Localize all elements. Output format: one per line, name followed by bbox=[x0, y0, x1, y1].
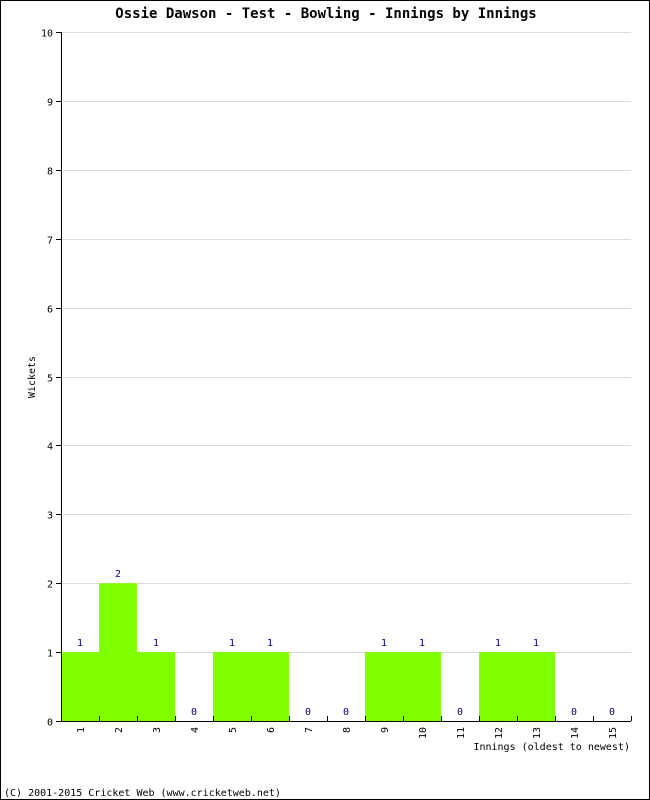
chart-title: Ossie Dawson - Test - Bowling - Innings … bbox=[115, 6, 536, 22]
value-label: 2 bbox=[115, 569, 121, 580]
value-label: 1 bbox=[495, 638, 501, 649]
value-label: 0 bbox=[571, 707, 577, 718]
x-tick-label: 6 bbox=[266, 727, 277, 733]
y-tick-label: 10 bbox=[41, 29, 53, 40]
value-label: 1 bbox=[267, 638, 273, 649]
value-label: 1 bbox=[153, 638, 159, 649]
x-tick-label: 8 bbox=[342, 727, 353, 733]
value-label: 0 bbox=[191, 707, 197, 718]
y-tick-label: 4 bbox=[47, 442, 53, 453]
bar bbox=[365, 652, 403, 721]
x-tick-label: 2 bbox=[114, 727, 125, 733]
gridlines bbox=[61, 32, 631, 653]
x-tick-label: 10 bbox=[418, 727, 429, 739]
y-tick-label: 1 bbox=[47, 649, 53, 660]
x-tick-label: 15 bbox=[608, 727, 619, 739]
y-tick-label: 2 bbox=[47, 580, 53, 591]
axes bbox=[56, 32, 632, 722]
value-label: 0 bbox=[609, 707, 615, 718]
y-tick-label: 8 bbox=[47, 167, 53, 178]
x-tick-label: 3 bbox=[152, 727, 163, 733]
y-axis-label: Wickets bbox=[27, 356, 38, 398]
bar bbox=[99, 583, 137, 721]
y-tick-label: 7 bbox=[47, 236, 53, 247]
x-tick-label: 13 bbox=[532, 727, 543, 739]
value-label: 1 bbox=[229, 638, 235, 649]
x-tick-label: 11 bbox=[456, 727, 467, 739]
x-tick-label: 1 bbox=[76, 727, 87, 733]
x-tick-label: 4 bbox=[190, 727, 201, 733]
value-label: 0 bbox=[457, 707, 463, 718]
x-tick-label: 7 bbox=[304, 727, 315, 733]
y-tick-label: 3 bbox=[47, 511, 53, 522]
y-tick-label: 6 bbox=[47, 305, 53, 316]
x-axis-label: Innings (oldest to newest) bbox=[473, 742, 630, 753]
y-tick-label: 0 bbox=[47, 718, 53, 729]
value-label: 1 bbox=[77, 638, 83, 649]
bar bbox=[479, 652, 517, 721]
y-tick-label: 5 bbox=[47, 374, 53, 385]
value-label: 1 bbox=[381, 638, 387, 649]
x-tick-labels: 1 2 3 4 5 6 7 8 9 10 11 12 13 14 15 bbox=[76, 727, 619, 739]
bar-chart: Ossie Dawson - Test - Bowling - Innings … bbox=[4, 6, 632, 799]
bar bbox=[213, 652, 251, 721]
value-label: 0 bbox=[305, 707, 311, 718]
x-tick-label: 12 bbox=[494, 727, 505, 739]
value-label: 0 bbox=[343, 707, 349, 718]
bar bbox=[403, 652, 441, 721]
y-tick-label: 9 bbox=[47, 98, 53, 109]
value-label: 1 bbox=[419, 638, 425, 649]
y-tick-labels: 0 1 2 3 4 5 6 7 8 9 10 bbox=[41, 29, 53, 729]
bar bbox=[137, 652, 175, 721]
x-tick-label: 9 bbox=[380, 727, 391, 733]
copyright-footer: (C) 2001-2015 Cricket Web (www.cricketwe… bbox=[4, 788, 281, 799]
x-tick-label: 14 bbox=[570, 727, 581, 739]
bar bbox=[61, 652, 99, 721]
chart-frame: Ossie Dawson - Test - Bowling - Innings … bbox=[0, 0, 650, 800]
bar bbox=[251, 652, 289, 721]
value-label: 1 bbox=[533, 638, 539, 649]
x-tick-label: 5 bbox=[228, 727, 239, 733]
bar bbox=[517, 652, 555, 721]
